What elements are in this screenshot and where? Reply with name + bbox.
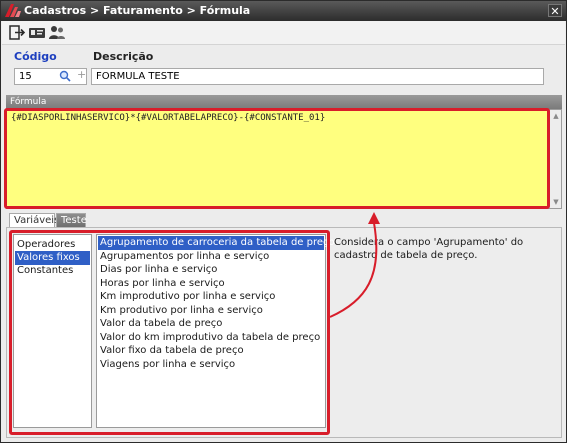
formula-section-header: Fórmula	[6, 95, 562, 109]
close-button[interactable]: ✕	[548, 4, 562, 18]
code-label: Código	[14, 50, 57, 63]
variable-item[interactable]: Valor fixo da tabela de preço	[98, 344, 244, 358]
formula-text: {#DIASPORLINHASERVICO}*{#VALORTABELAPREC…	[11, 113, 326, 123]
formula-window: Cadastros > Faturamento > Fórmula ✕ Códi…	[0, 0, 567, 443]
variable-list[interactable]: Agrupamento de carroceria da tabela de p…	[96, 234, 335, 428]
description-label: Descrição	[93, 50, 154, 63]
scroll-down-icon[interactable]: ▼	[551, 197, 561, 207]
formula-editor[interactable]: {#DIASPORLINHASERVICO}*{#VALORTABELAPREC…	[6, 109, 562, 209]
variable-item[interactable]: Km improdutivo por linha e serviço	[98, 290, 275, 304]
tab-teste[interactable]: Teste	[56, 213, 87, 227]
add-icon[interactable]: +	[77, 68, 86, 81]
search-icon[interactable]	[59, 70, 71, 82]
window-title: Cadastros > Faturamento > Fórmula	[24, 4, 251, 17]
variable-item[interactable]: Agrupamento de carroceria da tabela de p…	[98, 236, 335, 250]
variable-description: Considera o campo 'Agrupamento' do cadas…	[334, 237, 524, 261]
toolbar	[2, 21, 565, 45]
variable-item[interactable]: Km produtivo por linha e serviço	[98, 304, 263, 318]
exit-icon[interactable]	[8, 24, 26, 41]
tab-variaveis[interactable]: Variáveis	[9, 213, 59, 227]
variable-item[interactable]: Dias por linha e serviço	[98, 263, 217, 277]
variable-item[interactable]: Viagens por linha e serviço	[98, 358, 235, 372]
variable-item[interactable]: Valor da tabela de preço	[98, 317, 222, 331]
category-list[interactable]: Operadores Valores fixos Constantes	[13, 234, 92, 428]
variable-item[interactable]: Horas por linha e serviço	[98, 277, 225, 291]
category-item[interactable]: Operadores	[15, 238, 90, 252]
app-logo-icon	[5, 4, 21, 17]
id-card-icon[interactable]	[28, 24, 46, 41]
category-item[interactable]: Constantes	[15, 264, 90, 278]
title-bar: Cadastros > Faturamento > Fórmula ✕	[1, 1, 566, 21]
variable-item[interactable]: Valor do km improdutivo da tabela de pre…	[98, 331, 320, 345]
description-field[interactable]: FORMULA TESTE	[91, 68, 544, 85]
close-icon: ✕	[550, 5, 560, 18]
variable-item[interactable]: Agrupamentos por linha e serviço	[98, 250, 269, 264]
users-icon[interactable]	[48, 24, 66, 41]
scroll-up-icon[interactable]: ▲	[551, 111, 561, 121]
category-item[interactable]: Valores fixos	[15, 251, 90, 265]
formula-scrollbar[interactable]: ▲ ▼	[549, 110, 561, 208]
